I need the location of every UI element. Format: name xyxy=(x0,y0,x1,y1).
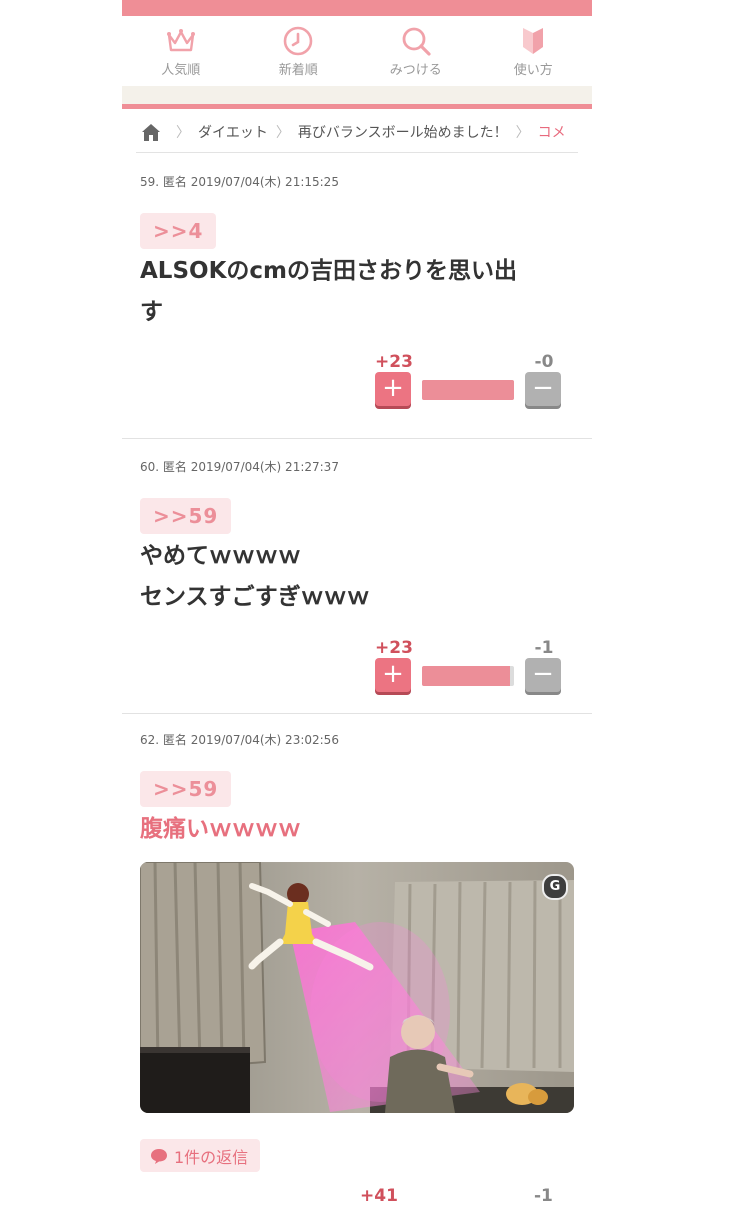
minus-button[interactable]: − xyxy=(525,372,561,406)
chevron-right-icon: 〉 xyxy=(515,125,530,141)
breadcrumb-item[interactable]: 再びバランスボール始めました！ xyxy=(298,122,508,142)
nav-label: みつける xyxy=(389,63,442,78)
comment-image[interactable]: G xyxy=(140,862,574,1113)
minus-count: -0 xyxy=(534,352,554,372)
nav-new[interactable]: 新着順 xyxy=(240,16,358,86)
plus-count: +23 xyxy=(375,352,413,372)
comment-line: センスすごすぎｗｗｗ xyxy=(140,584,370,610)
plus-count: +41 xyxy=(360,1186,398,1206)
vote-box: +23 -0 + − xyxy=(374,352,564,412)
clock-icon xyxy=(283,26,313,56)
vote-ratio-bar xyxy=(422,666,514,686)
breadcrumb-item[interactable]: ダイエット xyxy=(198,122,268,142)
breadcrumb-current: コメ xyxy=(537,125,566,141)
nav-label: 新着順 xyxy=(278,63,318,78)
comment-line: 腹痛いｗｗｗｗ xyxy=(140,816,301,842)
plus-icon: + xyxy=(382,373,404,403)
minus-icon: − xyxy=(532,373,554,403)
chevron-right-icon: 〉 xyxy=(176,125,190,141)
comment-body: ALSOKのcmの吉田さおりを思い出 す xyxy=(140,251,580,333)
minus-button[interactable]: − xyxy=(525,658,561,692)
page: 人気順 新着順 みつける 使い方 〉 ダイエット 〉 再びバランスボール始めまし… xyxy=(122,0,592,1206)
vote-box: +23 -1 + − xyxy=(374,638,564,698)
reply-anchor[interactable]: >>59 xyxy=(140,498,232,534)
beginner-mark-icon xyxy=(523,28,544,54)
header-bar xyxy=(122,0,592,16)
plus-button[interactable]: + xyxy=(375,372,411,406)
comment-body: 腹痛いｗｗｗｗ xyxy=(140,809,580,850)
vote-ratio-fill xyxy=(422,380,514,400)
speech-bubble-icon xyxy=(151,1148,167,1164)
comment-line: ALSOKのcmの吉田さおりを思い出 xyxy=(140,258,517,284)
vote-ratio-bar xyxy=(422,380,514,400)
minus-count: -1 xyxy=(534,638,554,658)
nav-howto[interactable]: 使い方 xyxy=(475,16,593,86)
spacer-band xyxy=(122,86,592,104)
main-nav: 人気順 新着順 みつける 使い方 xyxy=(122,16,592,86)
accent-line xyxy=(122,104,592,109)
reply-count-label: 1件の返信 xyxy=(174,1147,249,1167)
minus-count: -1 xyxy=(534,1186,553,1206)
reply-anchor[interactable]: >>59 xyxy=(140,771,232,807)
comment-line: やめてｗｗｗｗ xyxy=(140,543,301,569)
photo-illustration xyxy=(140,862,574,1113)
comment-line: す xyxy=(140,299,163,325)
search-icon xyxy=(402,27,431,56)
comment-divider xyxy=(122,438,592,439)
nav-find[interactable]: みつける xyxy=(357,16,475,86)
comment-body: やめてｗｗｗｗ センスすごすぎｗｗｗ xyxy=(140,536,580,618)
nav-label: 人気順 xyxy=(161,63,201,78)
chevron-right-icon: 〉 xyxy=(275,125,290,141)
comment-meta: 59. 匿名 2019/07/04(木) 21:15:25 xyxy=(140,175,339,189)
nav-label: 使い方 xyxy=(513,63,553,78)
comment-meta: 60. 匿名 2019/07/04(木) 21:27:37 xyxy=(140,460,339,474)
minus-icon: − xyxy=(532,659,554,689)
comment-meta: 62. 匿名 2019/07/04(木) 23:02:56 xyxy=(140,733,339,747)
breadcrumb: 〉 ダイエット 〉 再びバランスボール始めました！ 〉 コメ xyxy=(136,112,578,153)
plus-button[interactable]: + xyxy=(375,658,411,692)
plus-count: +23 xyxy=(375,638,413,658)
crown-icon xyxy=(166,29,195,52)
reply-count-button[interactable]: 1件の返信 xyxy=(140,1139,261,1172)
comment-divider xyxy=(122,713,592,714)
home-icon[interactable] xyxy=(140,121,162,143)
gif-badge-icon: G xyxy=(542,874,568,900)
vote-ratio-fill xyxy=(422,666,511,686)
plus-icon: + xyxy=(382,659,404,689)
nav-popular[interactable]: 人気順 xyxy=(122,16,240,86)
reply-anchor[interactable]: >>4 xyxy=(140,213,217,249)
